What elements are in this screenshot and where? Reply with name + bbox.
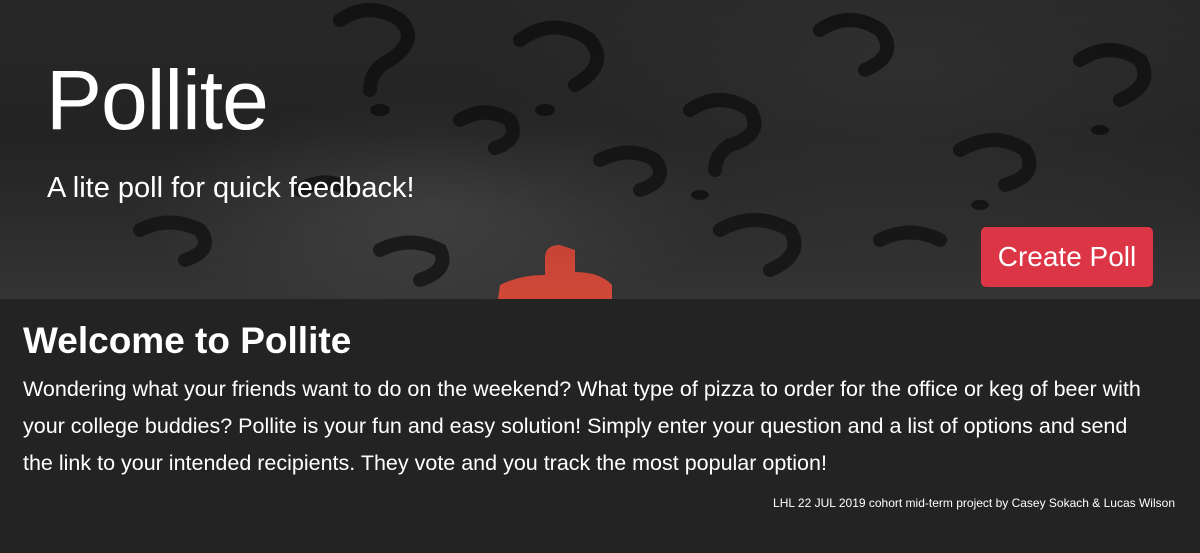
welcome-heading: Welcome to Pollite — [23, 320, 352, 361]
page-title: Pollite — [46, 53, 269, 147]
welcome-description: Wondering what your friends want to do o… — [23, 377, 1141, 475]
create-poll-button[interactable]: Create Poll — [981, 227, 1153, 287]
tagline: A lite poll for quick feedback! — [47, 172, 415, 204]
hero-banner: Pollite A lite poll for quick feedback! … — [0, 0, 1200, 299]
project-credits: LHL 22 JUL 2019 cohort mid-term project … — [773, 496, 1175, 510]
welcome-section: Welcome to Pollite Wondering what your f… — [0, 299, 1200, 553]
